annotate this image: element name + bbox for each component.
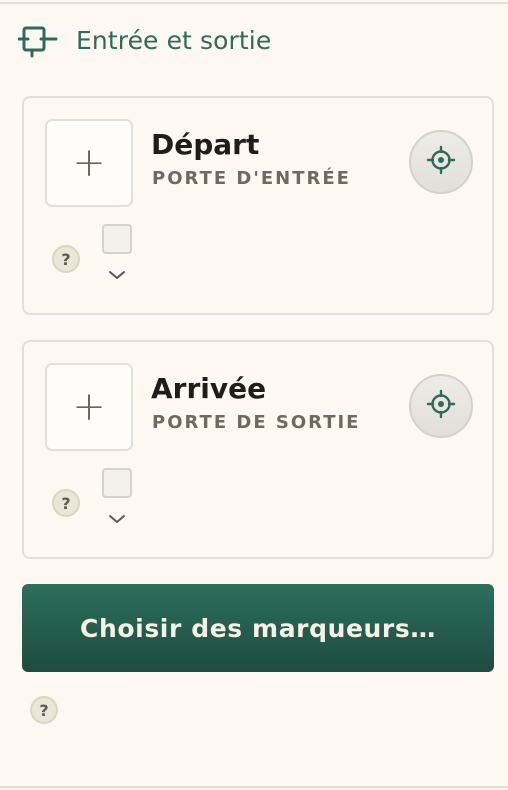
choose-markers-button[interactable]: Choisir des marqueurs…	[22, 584, 494, 672]
top-divider	[0, 2, 508, 4]
start-add-button[interactable]: +	[45, 119, 133, 207]
end-card: + Arrivée PORTE DE SORTIE ?	[22, 340, 494, 559]
end-add-button[interactable]: +	[45, 363, 133, 451]
crosshair-icon	[426, 389, 456, 423]
chevron-down-icon[interactable]	[106, 268, 128, 282]
start-title: Départ	[151, 128, 260, 161]
start-checkbox[interactable]	[102, 224, 132, 254]
end-checkbox[interactable]	[102, 468, 132, 498]
start-subtitle: PORTE D'ENTRÉE	[152, 168, 351, 189]
crosshair-icon	[426, 145, 456, 179]
start-help-icon[interactable]: ?	[52, 245, 80, 273]
section-title: Entrée et sortie	[76, 25, 272, 55]
end-title: Arrivée	[151, 372, 267, 405]
section-header: Entrée et sortie	[18, 22, 271, 58]
chevron-down-icon[interactable]	[106, 512, 128, 526]
start-locate-button[interactable]	[409, 130, 473, 194]
end-help-icon[interactable]: ?	[52, 489, 80, 517]
end-subtitle: PORTE DE SORTIE	[152, 412, 361, 433]
start-card: + Départ PORTE D'ENTRÉE ?	[22, 96, 494, 315]
footer-help-icon[interactable]: ?	[30, 696, 58, 724]
end-locate-button[interactable]	[409, 374, 473, 438]
bottom-divider	[0, 786, 508, 788]
door-bracket-icon	[18, 22, 60, 58]
